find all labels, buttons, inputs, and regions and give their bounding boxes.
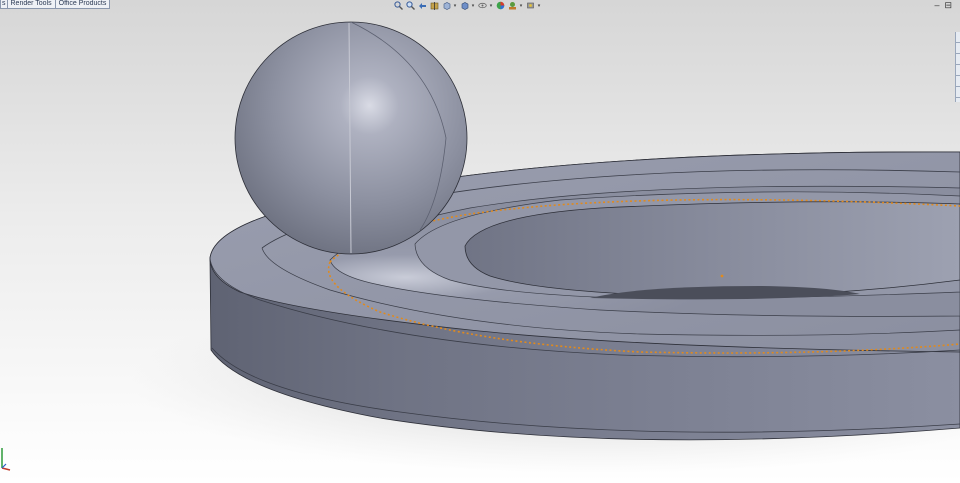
race-bore <box>464 201 960 297</box>
reference-triad-icon[interactable] <box>0 444 14 472</box>
graphics-viewport[interactable] <box>0 0 960 483</box>
center-point-marker <box>720 274 724 278</box>
bearing-ball-part[interactable] <box>234 21 468 255</box>
